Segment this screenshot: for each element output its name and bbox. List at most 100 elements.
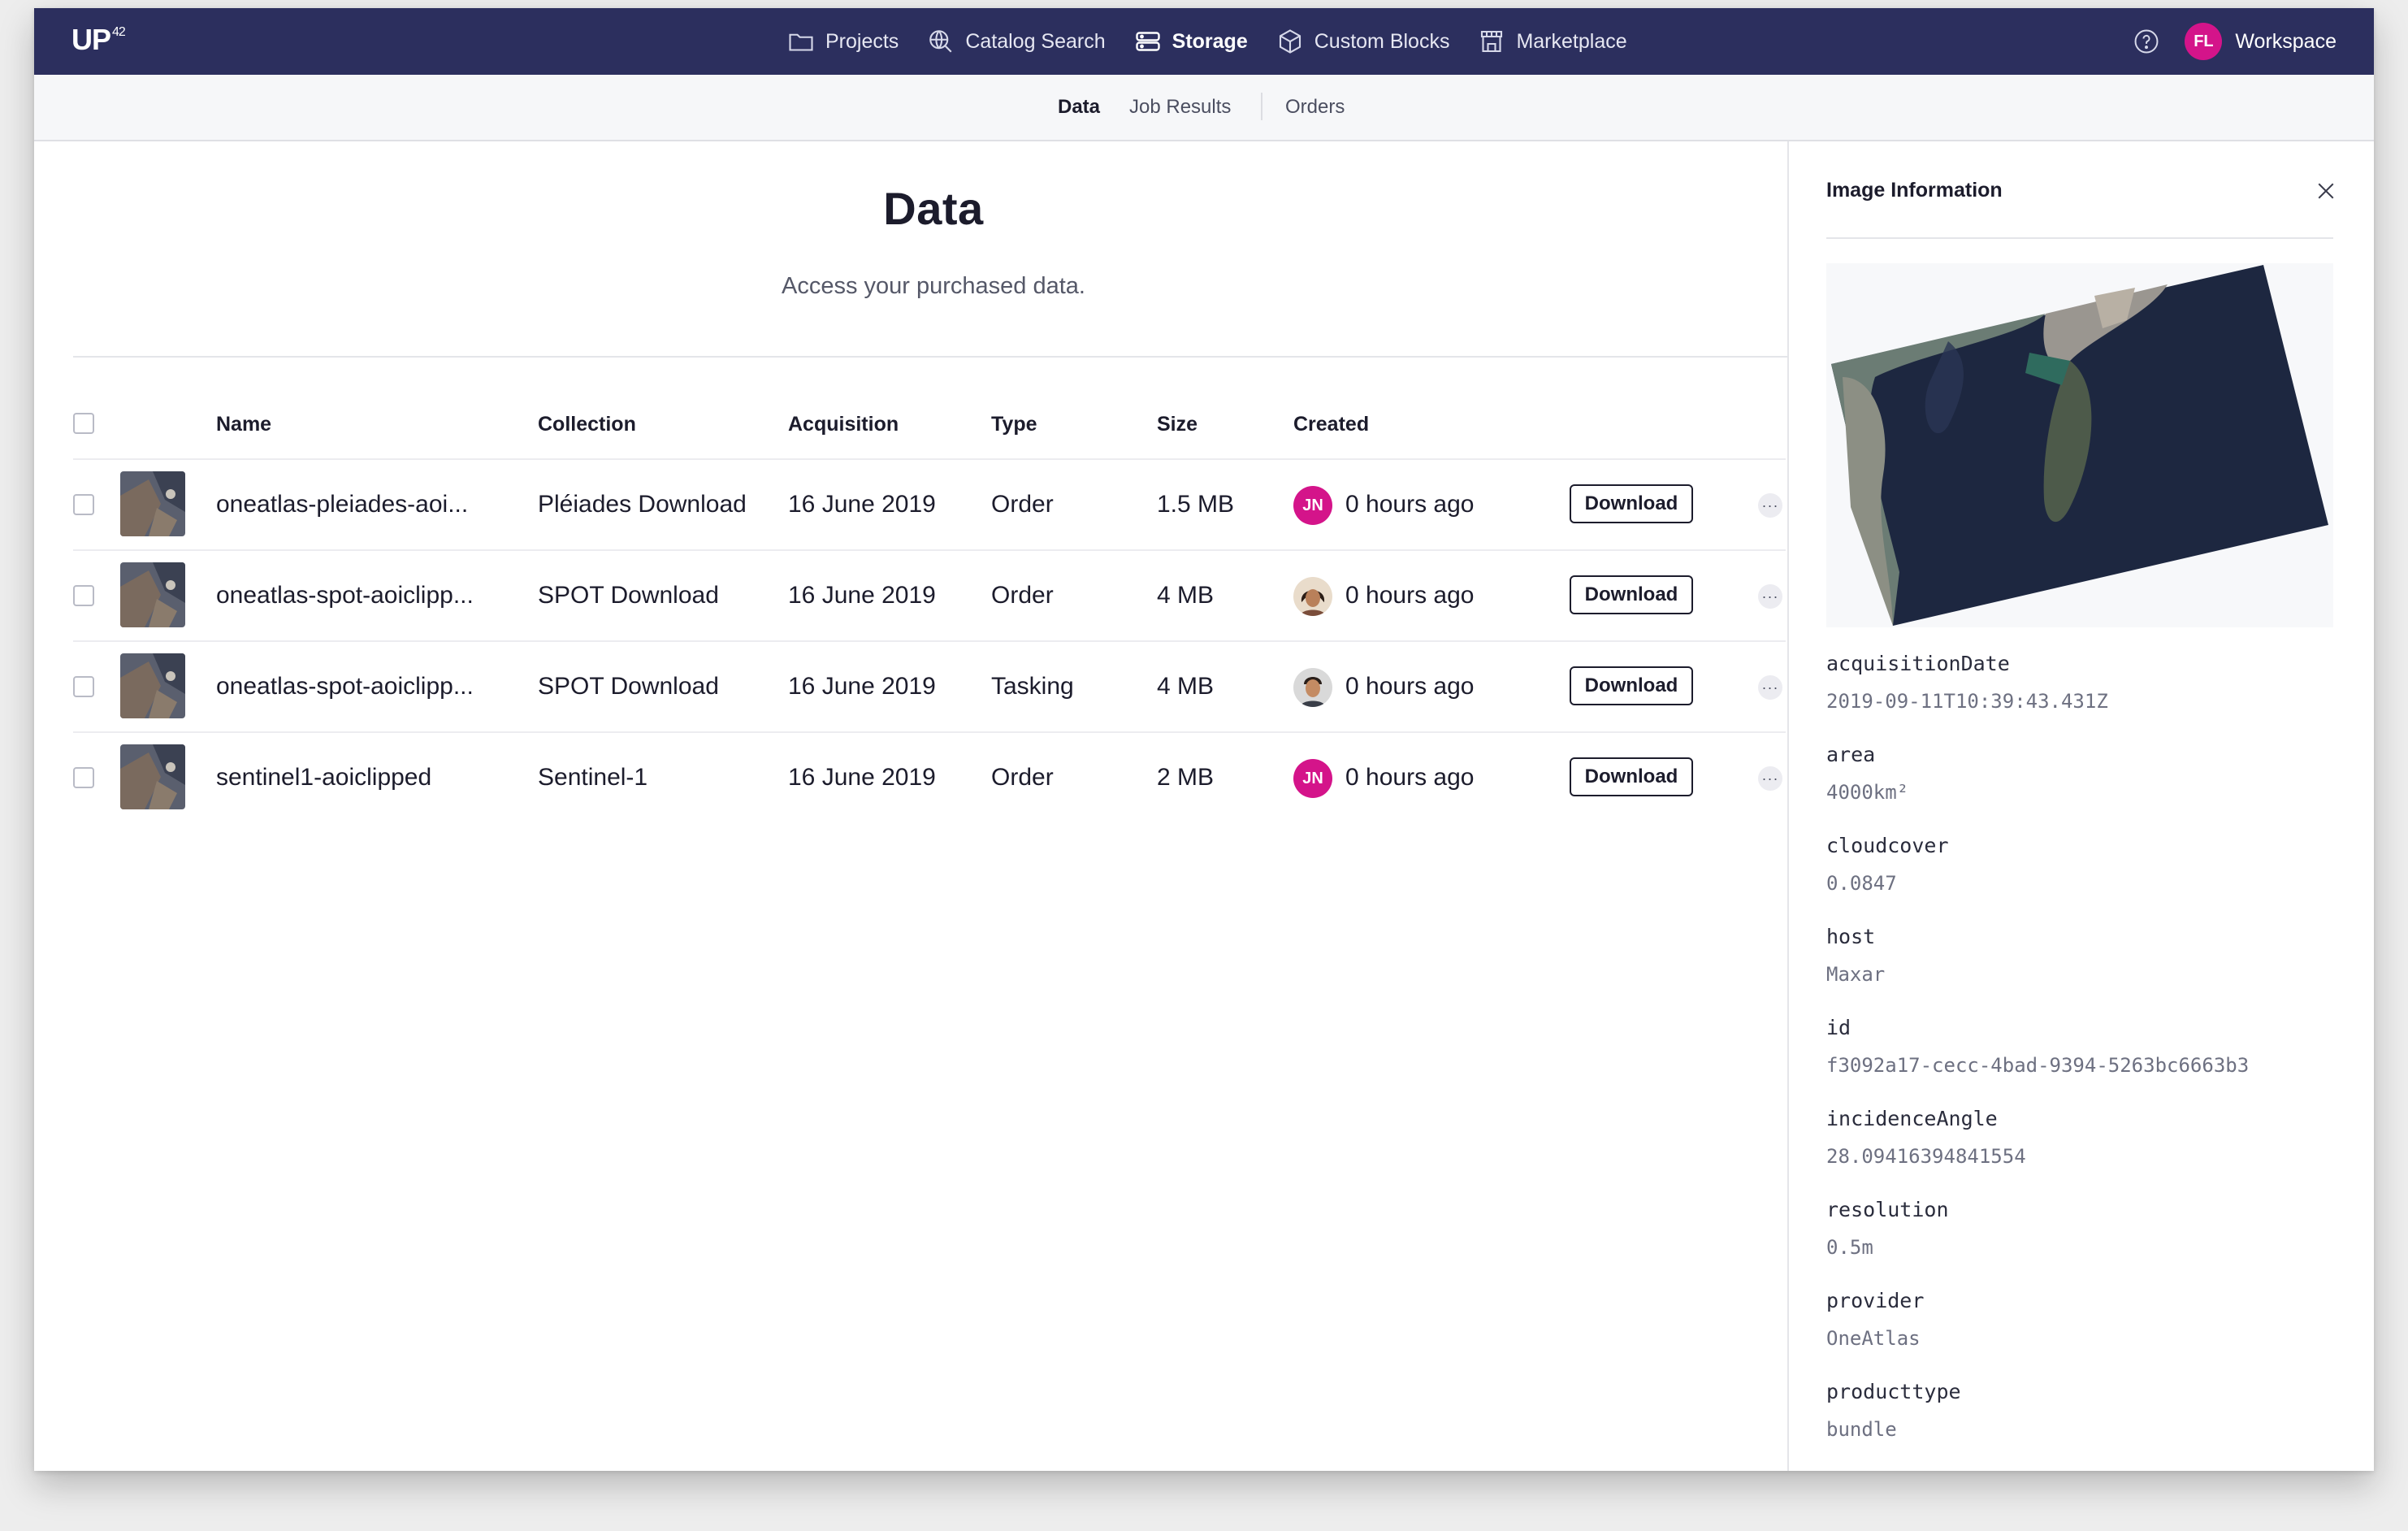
column-header-acquisition[interactable]: Acquisition xyxy=(788,413,899,436)
page-subtitle: Access your purchased data. xyxy=(782,273,1085,299)
row-created: 0 hours ago xyxy=(1345,673,1475,700)
row-created: 0 hours ago xyxy=(1345,491,1475,518)
nav-storage[interactable]: Storage xyxy=(1133,27,1248,56)
download-button[interactable]: Download xyxy=(1570,575,1693,614)
creator-avatar-photo xyxy=(1293,668,1332,707)
more-options-icon[interactable]: ··· xyxy=(1758,493,1782,518)
download-button[interactable]: Download xyxy=(1570,484,1693,523)
nav-catalog-search[interactable]: Catalog Search xyxy=(926,27,1106,56)
property-value: 2019-09-11T10:39:43.431Z xyxy=(1826,690,2108,713)
property-item: cloudcover 0.0847 xyxy=(1826,834,2346,925)
properties-list: acquisitionDate 2019-09-11T10:39:43.431Z… xyxy=(1826,652,2346,1471)
property-value: 0.0847 xyxy=(1826,872,1897,895)
column-header-collection[interactable]: Collection xyxy=(538,413,636,436)
nav-marketplace-label: Marketplace xyxy=(1516,29,1627,53)
row-type: Order xyxy=(991,582,1054,609)
data-page: Data Access your purchased data. Name Co… xyxy=(34,141,1799,1471)
row-thumbnail xyxy=(120,471,185,536)
row-acquisition: 16 June 2019 xyxy=(788,491,936,518)
property-value: OneAtlas xyxy=(1826,1327,1921,1350)
row-size: 2 MB xyxy=(1157,764,1215,791)
tab-divider xyxy=(1261,93,1262,120)
property-value: 0.5m xyxy=(1826,1236,1873,1259)
creator-avatar: JN xyxy=(1293,759,1332,798)
nav-catalog-search-label: Catalog Search xyxy=(965,29,1106,53)
property-item: id f3092a17-cecc-4bad-9394-5263bc6663b3 xyxy=(1826,1016,2346,1107)
table-row[interactable]: oneatlas-pleiades-aoi... Pléiades Downlo… xyxy=(73,458,1786,551)
main-nav: Projects Catalog Search Storage Custom B… xyxy=(786,8,1655,75)
row-name[interactable]: oneatlas-spot-aoiclipp... xyxy=(216,673,474,700)
top-navbar: UP 42 Projects Catalog Search Storage Cu… xyxy=(34,8,2374,75)
satellite-image-preview xyxy=(1826,263,2333,627)
cube-icon xyxy=(1279,29,1301,54)
page-title: Data xyxy=(883,183,984,234)
panel-title: Image Information xyxy=(1826,179,2003,202)
row-checkbox[interactable] xyxy=(73,585,94,606)
nav-custom-blocks[interactable]: Custom Blocks xyxy=(1275,27,1450,56)
row-name[interactable]: oneatlas-pleiades-aoi... xyxy=(216,491,468,518)
property-key: cloudcover xyxy=(1826,834,1949,857)
property-item: provider OneAtlas xyxy=(1826,1289,2346,1380)
property-key: producttype xyxy=(1826,1380,1961,1403)
nav-storage-label: Storage xyxy=(1172,29,1248,53)
column-header-size[interactable]: Size xyxy=(1157,413,1198,436)
row-type: Tasking xyxy=(991,673,1074,700)
more-options-icon[interactable]: ··· xyxy=(1758,766,1782,791)
property-key: acquisitionDate xyxy=(1826,652,2010,675)
more-options-icon[interactable]: ··· xyxy=(1758,675,1782,700)
up42-logo[interactable]: UP 42 xyxy=(71,23,126,57)
row-checkbox[interactable] xyxy=(73,676,94,697)
column-header-name[interactable]: Name xyxy=(216,413,271,436)
row-thumbnail xyxy=(120,653,185,718)
table-row[interactable]: oneatlas-spot-aoiclipp... SPOT Download … xyxy=(73,640,1786,733)
tab-data[interactable]: Data xyxy=(1058,96,1100,119)
property-key: incidenceAngle xyxy=(1826,1107,1998,1130)
close-icon[interactable] xyxy=(2314,179,2338,203)
logo-text: UP xyxy=(71,23,111,56)
column-header-created[interactable]: Created xyxy=(1293,413,1369,436)
tab-orders[interactable]: Orders xyxy=(1285,96,1345,119)
property-item: producttype bundle xyxy=(1826,1380,2346,1471)
nav-projects[interactable]: Projects xyxy=(786,27,899,56)
more-options-icon[interactable]: ··· xyxy=(1758,584,1782,609)
workspace-menu[interactable]: Workspace xyxy=(2235,30,2337,54)
property-key: host xyxy=(1826,925,1876,948)
property-key: provider xyxy=(1826,1289,1925,1312)
nav-marketplace[interactable]: Marketplace xyxy=(1477,27,1627,56)
row-type: Order xyxy=(991,764,1054,791)
select-all-checkbox[interactable] xyxy=(73,413,94,434)
column-header-type[interactable]: Type xyxy=(991,413,1037,436)
row-name[interactable]: sentinel1-aoiclipped xyxy=(216,764,431,792)
property-value: f3092a17-cecc-4bad-9394-5263bc6663b3 xyxy=(1826,1054,2250,1077)
row-collection: Sentinel-1 xyxy=(538,764,648,791)
globe-search-icon xyxy=(929,30,952,53)
property-value: 4000km² xyxy=(1826,781,1909,804)
row-collection: Pléiades Download xyxy=(538,491,747,518)
app-window: UP 42 Projects Catalog Search Storage Cu… xyxy=(34,8,2374,1471)
table-row[interactable]: sentinel1-aoiclipped Sentinel-1 16 June … xyxy=(73,731,1786,824)
row-name[interactable]: oneatlas-spot-aoiclipp... xyxy=(216,582,474,609)
property-key: area xyxy=(1826,743,1876,766)
folder-icon xyxy=(789,33,813,51)
image-info-panel: Image Information acquisitionDate 2019-0… xyxy=(1787,141,2374,1471)
row-checkbox[interactable] xyxy=(73,767,94,788)
nav-custom-blocks-label: Custom Blocks xyxy=(1314,29,1450,53)
property-item: area 4000km² xyxy=(1826,743,2346,834)
table-row[interactable]: oneatlas-spot-aoiclipp... SPOT Download … xyxy=(73,549,1786,642)
help-icon[interactable] xyxy=(2133,28,2160,55)
download-button[interactable]: Download xyxy=(1570,666,1693,705)
header-divider xyxy=(73,356,1799,358)
row-acquisition: 16 June 2019 xyxy=(788,673,936,700)
row-acquisition: 16 June 2019 xyxy=(788,764,936,791)
row-checkbox[interactable] xyxy=(73,494,94,515)
download-button[interactable]: Download xyxy=(1570,757,1693,796)
panel-divider xyxy=(1826,237,2333,239)
user-avatar[interactable]: FL xyxy=(2185,23,2223,60)
property-value: bundle xyxy=(1826,1418,1897,1441)
tab-job-results[interactable]: Job Results xyxy=(1129,96,1231,119)
property-key: resolution xyxy=(1826,1198,1949,1221)
logo-superscript: 42 xyxy=(112,25,126,39)
creator-avatar: JN xyxy=(1293,486,1332,525)
row-size: 4 MB xyxy=(1157,582,1215,609)
storage-icon xyxy=(1135,32,1160,51)
